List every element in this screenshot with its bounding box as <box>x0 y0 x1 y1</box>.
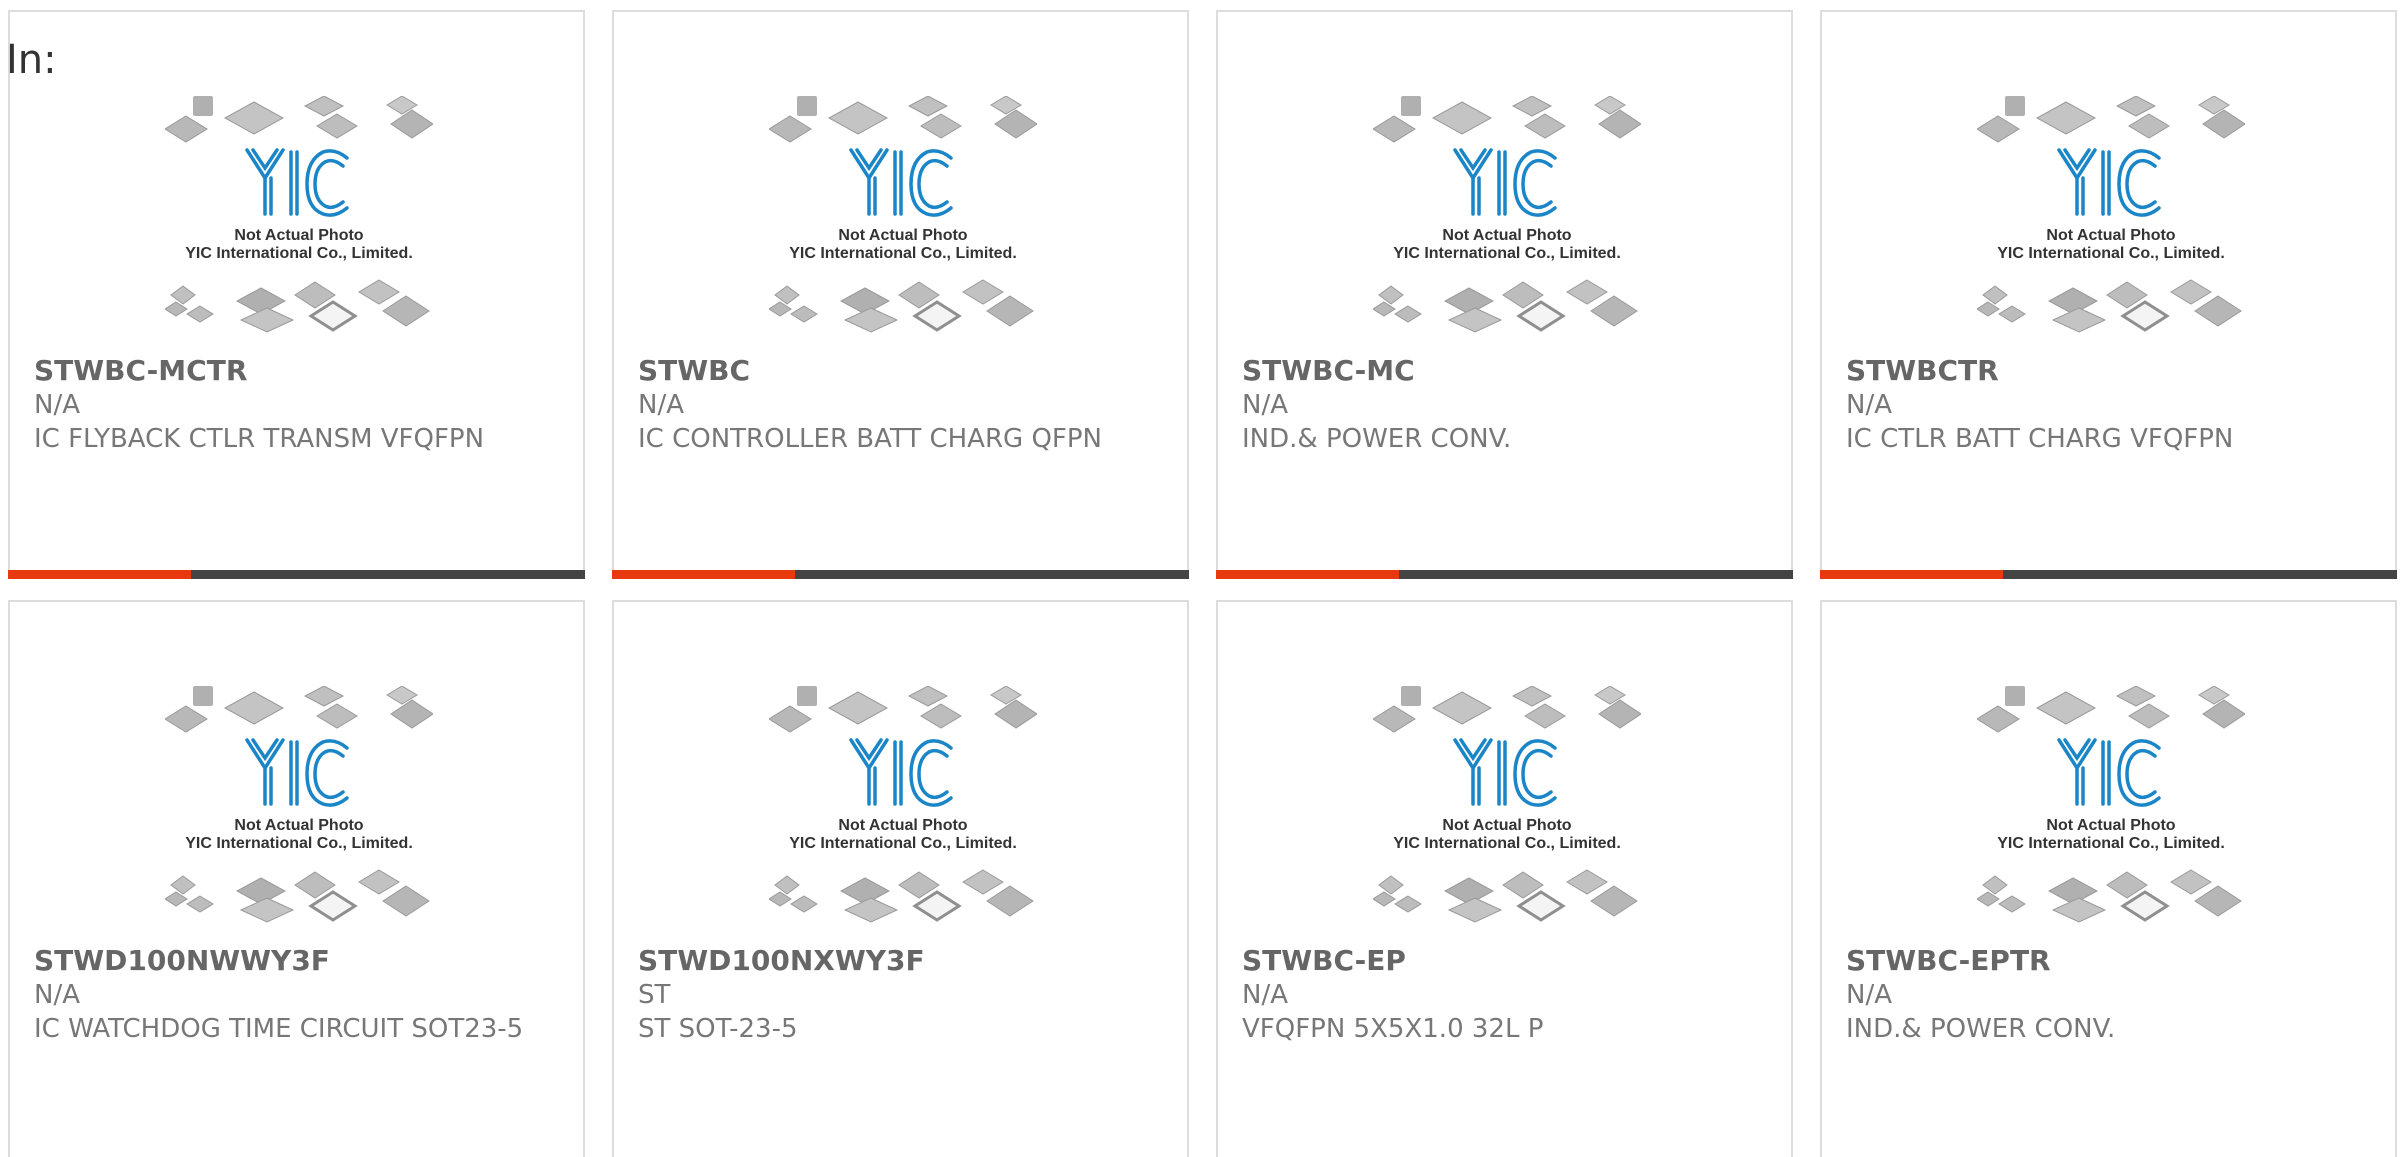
card-accent-bar <box>8 570 191 579</box>
product-description: IND.& POWER CONV. <box>1242 424 1512 454</box>
placeholder-caption-2: YIC International Co., Limited. <box>185 245 413 262</box>
placeholder-caption-1: Not Actual Photo <box>1442 227 1571 244</box>
product-part-number[interactable]: STWBC-MCTR <box>34 354 563 388</box>
product-card[interactable]: Not Actual Photo YIC International Co., L… <box>1820 10 2399 579</box>
product-card[interactable]: Not Actual Photo YIC International Co., L… <box>1820 600 2397 1157</box>
product-manufacturer: N/A <box>1846 390 1892 420</box>
placeholder-caption-2: YIC International Co., Limited. <box>1393 835 1621 852</box>
product-info: STWD100NXWY3F ST ST SOT-23-5 <box>638 944 1167 1046</box>
product-description: VFQFPN 5X5X1.0 32L P <box>1242 1014 1544 1044</box>
not-actual-photo-placeholder-icon: Not Actual PhotoYIC International Co., L… <box>768 686 1037 923</box>
not-actual-photo-placeholder-icon: Not Actual PhotoYIC International Co., L… <box>164 96 433 333</box>
card-accent-bar <box>1216 570 1399 579</box>
not-actual-photo-placeholder-icon: Not Actual PhotoYIC International Co., L… <box>1976 96 2245 333</box>
not-actual-photo-placeholder-icon: Not Actual PhotoYIC International Co., L… <box>1976 686 2245 923</box>
product-manufacturer: N/A <box>34 390 80 420</box>
product-description: IC FLYBACK CTLR TRANSM VFQFPN <box>34 424 485 454</box>
placeholder-caption-2: YIC International Co., Limited. <box>185 835 413 852</box>
product-image[interactable]: Not Actual Photo YIC International Co., L… <box>614 96 1191 352</box>
product-image[interactable]: Not Actual Photo YIC International Co., L… <box>1822 686 2399 942</box>
card-accent-bar <box>1820 570 2003 579</box>
not-actual-photo-placeholder-icon: Not Actual PhotoYIC International Co., L… <box>1372 96 1641 333</box>
product-info: STWD100NWWY3F N/A IC WATCHDOG TIME CIRCU… <box>34 944 563 1046</box>
in-label: In: <box>6 37 57 83</box>
product-part-number[interactable]: STWD100NXWY3F <box>638 944 1167 978</box>
product-image[interactable]: Not Actual Photo YIC International Co., L… <box>10 686 587 942</box>
card-bottom-bar <box>1216 570 1793 579</box>
product-manufacturer: ST <box>638 980 671 1010</box>
product-part-number[interactable]: STWBC-EPTR <box>1846 944 2375 978</box>
product-image[interactable]: Not Actual Photo YIC International Co., L… <box>614 686 1191 942</box>
product-card[interactable]: Not Actual Photo YIC International Co., L… <box>1216 10 1795 579</box>
not-actual-photo-placeholder-icon: Not Actual PhotoYIC International Co., L… <box>768 96 1037 333</box>
placeholder-caption-1: Not Actual Photo <box>2046 227 2175 244</box>
product-info: STWBC-MCTR N/A IC FLYBACK CTLR TRANSM VF… <box>34 354 563 456</box>
product-info: STWBC-EP N/A VFQFPN 5X5X1.0 32L P <box>1242 944 1771 1046</box>
placeholder-caption-1: Not Actual Photo <box>838 227 967 244</box>
product-part-number[interactable]: STWBC-MC <box>1242 354 1771 388</box>
product-description: IND.& POWER CONV. <box>1846 1014 2116 1044</box>
product-info: STWBC-MC N/A IND.& POWER CONV. <box>1242 354 1771 456</box>
placeholder-caption-2: YIC International Co., Limited. <box>1393 245 1621 262</box>
placeholder-caption-1: Not Actual Photo <box>234 227 363 244</box>
product-description: IC CONTROLLER BATT CHARG QFPN <box>638 424 1102 454</box>
not-actual-photo-placeholder-icon: Not Actual PhotoYIC International Co., L… <box>1372 686 1641 923</box>
product-card[interactable]: Not Actual Photo YIC International Co., L… <box>612 600 1189 1157</box>
card-bottom-bar <box>612 570 1189 579</box>
product-part-number[interactable]: STWBC-EP <box>1242 944 1771 978</box>
placeholder-caption-1: Not Actual Photo <box>2046 817 2175 834</box>
product-part-number[interactable]: STWD100NWWY3F <box>34 944 563 978</box>
placeholder-caption-2: YIC International Co., Limited. <box>789 245 1017 262</box>
product-image[interactable]: Not Actual Photo YIC International Co., L… <box>10 96 587 352</box>
placeholder-caption-1: Not Actual Photo <box>838 817 967 834</box>
product-manufacturer: N/A <box>1846 980 1892 1010</box>
product-manufacturer: N/A <box>638 390 684 420</box>
card-bottom-bar <box>8 570 585 579</box>
placeholder-caption-2: YIC International Co., Limited. <box>1997 245 2225 262</box>
product-card[interactable]: Not Actual Photo YIC International Co., L… <box>8 10 587 579</box>
product-manufacturer: N/A <box>1242 980 1288 1010</box>
product-part-number[interactable]: STWBCTR <box>1846 354 2375 388</box>
placeholder-caption-1: Not Actual Photo <box>234 817 363 834</box>
placeholder-caption-2: YIC International Co., Limited. <box>1997 835 2225 852</box>
card-bottom-bar <box>1820 570 2397 579</box>
product-grid-page: Not Actual Photo YIC International Co., L… <box>0 0 2400 1157</box>
not-actual-photo-placeholder-icon: Not Actual PhotoYIC International Co., L… <box>164 686 433 923</box>
product-image[interactable]: Not Actual Photo YIC International Co., L… <box>1218 96 1795 352</box>
placeholder-caption-1: Not Actual Photo <box>1442 817 1571 834</box>
card-accent-bar <box>612 570 795 579</box>
product-card[interactable]: Not Actual Photo YIC International Co., L… <box>612 10 1191 579</box>
product-part-number[interactable]: STWBC <box>638 354 1167 388</box>
product-image[interactable]: Not Actual Photo YIC International Co., L… <box>1218 686 1795 942</box>
product-description: IC CTLR BATT CHARG VFQFPN <box>1846 424 2234 454</box>
product-info: STWBCTR N/A IC CTLR BATT CHARG VFQFPN <box>1846 354 2375 456</box>
product-image[interactable]: Not Actual Photo YIC International Co., L… <box>1822 96 2399 352</box>
product-info: STWBC N/A IC CONTROLLER BATT CHARG QFPN <box>638 354 1167 456</box>
product-card[interactable]: Not Actual Photo YIC International Co., L… <box>8 600 585 1157</box>
placeholder-caption-2: YIC International Co., Limited. <box>789 835 1017 852</box>
product-card[interactable]: Not Actual Photo YIC International Co., L… <box>1216 600 1793 1157</box>
product-description: IC WATCHDOG TIME CIRCUIT SOT23-5 <box>34 1014 524 1044</box>
product-manufacturer: N/A <box>34 980 80 1010</box>
product-manufacturer: N/A <box>1242 390 1288 420</box>
product-info: STWBC-EPTR N/A IND.& POWER CONV. <box>1846 944 2375 1046</box>
product-description: ST SOT-23-5 <box>638 1014 798 1044</box>
